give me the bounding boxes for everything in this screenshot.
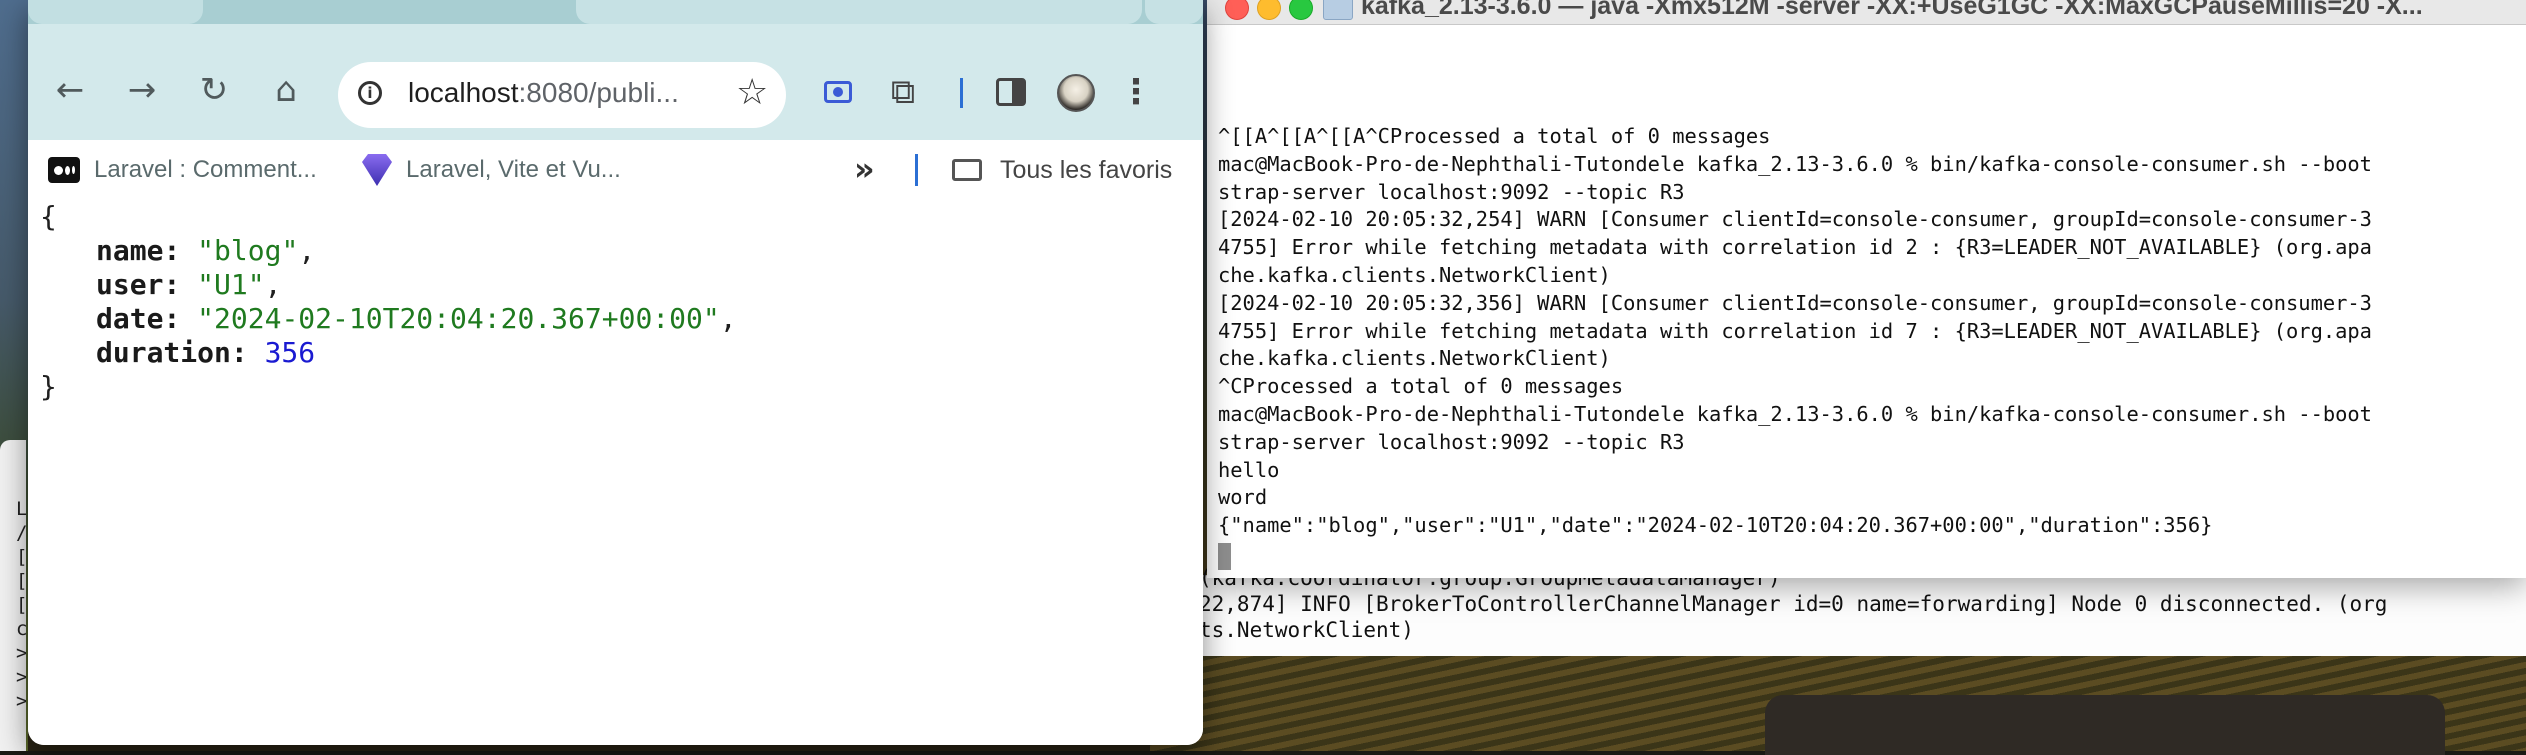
bg-left-terminal-line: / xyxy=(16,522,26,544)
json-comma: , xyxy=(264,268,282,301)
url-text[interactable]: localhost:8080/publi... xyxy=(408,77,679,109)
terminal-window[interactable]: kafka_2.13-3.6.0 — java -Xmx512M -server… xyxy=(1207,0,2526,578)
address-bar[interactable]: i localhost:8080/publi... ☆ xyxy=(338,62,786,128)
page-content[interactable]: { name: "blog", user: "U1", date: "2024-… xyxy=(28,190,1203,745)
folder-icon xyxy=(952,159,982,181)
terminal-line: mac@MacBook-Pro-de-Nephthali-Tutondele k… xyxy=(1218,402,2372,426)
browser-window[interactable]: ← → ↻ ⌂ i localhost:8080/publi... ☆ ⧉ ⋮ … xyxy=(28,0,1203,745)
json-value: "2024-02-10T20:04:20.367+00:00" xyxy=(197,302,720,335)
bg-left-terminal-line: c xyxy=(16,618,26,640)
json-key: duration xyxy=(96,336,231,369)
terminal-line: ^CProcessed a total of 0 messages xyxy=(1218,374,1624,399)
toolbar-divider xyxy=(960,78,963,108)
bookmark-item[interactable]: Laravel : Comment... xyxy=(48,150,317,190)
medium-icon xyxy=(48,157,80,183)
bg-left-terminal-line: [m xyxy=(16,570,26,592)
background-left-terminal: L / [m [m [m c > > > xyxy=(0,440,26,751)
bookmark-label: Laravel, Vite et Vu... xyxy=(406,156,621,183)
minimize-window-button[interactable] xyxy=(1257,0,1281,20)
forward-button[interactable]: → xyxy=(112,60,172,120)
json-field: user: "U1", xyxy=(96,268,282,301)
tab-strip xyxy=(28,0,1203,24)
menu-icon[interactable]: ⋮ xyxy=(1119,72,1153,112)
all-bookmarks-label: Tous les favoris xyxy=(1000,155,1173,184)
json-field: date: "2024-02-10T20:04:20.367+00:00", xyxy=(96,302,737,335)
terminal-line: hello xyxy=(1218,457,1280,482)
background-terminal[interactable]: (kafka.coordinator.group.GroupMetadataMa… xyxy=(1195,566,2526,656)
terminal-line: mac@MacBook-Pro-de-Nephthali-Tutondele k… xyxy=(1218,151,2372,176)
bookmarks-divider xyxy=(915,154,918,186)
terminal-titlebar[interactable]: kafka_2.13-3.6.0 — java -Xmx512M -server… xyxy=(1207,0,2526,25)
folder-icon xyxy=(1323,0,1353,20)
json-close-brace: } xyxy=(40,370,57,403)
bg-left-terminal-line: > xyxy=(16,690,26,712)
side-panel-icon[interactable] xyxy=(993,72,1029,112)
maximize-window-button[interactable] xyxy=(1289,0,1313,20)
browser-toolbar: ← → ↻ ⌂ i localhost:8080/publi... ☆ ⧉ ⋮ … xyxy=(28,24,1203,188)
bookmark-label: Laravel : Comment... xyxy=(94,156,317,183)
terminal-line: ^[[A^[[A^[[A^CProcessed a total of 0 mes… xyxy=(1218,124,1771,148)
terminal-line: strap-server localhost:9092 --topic R3 xyxy=(1218,179,1685,204)
reload-button[interactable]: ↻ xyxy=(184,60,244,120)
bg-left-terminal-line: > xyxy=(16,666,26,688)
terminal-line: 4755] Error while fetching metadata with… xyxy=(1218,318,2372,343)
json-value: "U1" xyxy=(197,268,265,301)
terminal-line: word xyxy=(1218,485,1268,510)
url-path: :8080/publi... xyxy=(518,77,679,108)
terminal-cursor xyxy=(1218,543,1231,570)
bookmark-star-icon[interactable]: ☆ xyxy=(736,72,768,113)
json-open-brace: { xyxy=(40,200,57,233)
home-button[interactable]: ⌂ xyxy=(256,60,316,120)
terminal-title: kafka_2.13-3.6.0 — java -Xmx512M -server… xyxy=(1361,0,2423,20)
json-field: name: "blog", xyxy=(96,234,316,267)
site-info-icon[interactable]: i xyxy=(358,81,382,105)
background-dark-window xyxy=(1765,695,2445,755)
close-window-button[interactable] xyxy=(1225,0,1249,20)
json-key: name xyxy=(96,234,164,267)
terminal-line: [2024-02-10 20:05:32,254] WARN [Consumer… xyxy=(1218,207,2372,232)
bg-terminal-line: 22,874] INFO [BrokerToControllerChannelM… xyxy=(1199,592,2388,616)
json-field: duration: 356 xyxy=(96,336,316,369)
profile-avatar[interactable] xyxy=(1057,74,1095,112)
terminal-line: strap-server localhost:9092 --topic R3 xyxy=(1218,429,1685,454)
json-value: 356 xyxy=(264,336,316,369)
tab-3[interactable] xyxy=(1145,0,1203,24)
back-arrow-icon: ← xyxy=(55,70,85,110)
bg-left-terminal-line: L xyxy=(16,498,26,520)
url-host: localhost xyxy=(408,77,519,108)
reload-icon: ↻ xyxy=(199,70,229,110)
bookmark-item[interactable]: Laravel, Vite et Vu... xyxy=(362,150,621,190)
tab-2[interactable] xyxy=(576,0,1142,24)
json-comma: , xyxy=(298,234,316,267)
terminal-line: che.kafka.clients.NetworkClient) xyxy=(1218,263,1611,287)
json-comma: , xyxy=(719,302,737,335)
extensions-icon[interactable]: ⧉ xyxy=(883,72,923,112)
terminal-line: [2024-02-10 20:05:32,356] WARN [Consumer… xyxy=(1218,290,2372,315)
terminal-line: {"name":"blog","user":"U1","date":"2024-… xyxy=(1218,513,2213,538)
bg-left-terminal-line: > xyxy=(16,642,26,664)
json-key: user xyxy=(96,268,164,301)
forward-arrow-icon: → xyxy=(127,70,157,110)
terminal-line: che.kafka.clients.NetworkClient) xyxy=(1218,346,1611,371)
json-value: "blog" xyxy=(197,234,299,267)
json-key: date xyxy=(96,302,164,335)
bg-left-terminal-line: [m xyxy=(16,546,26,568)
home-icon: ⌂ xyxy=(275,70,297,110)
more-bookmarks-icon[interactable]: » xyxy=(854,150,875,188)
terminal-line: 4755] Error while fetching metadata with… xyxy=(1218,235,2372,260)
vite-icon xyxy=(362,154,392,186)
cast-icon[interactable] xyxy=(821,72,855,112)
tab-1[interactable] xyxy=(28,0,203,24)
bg-left-terminal-line: [m xyxy=(16,594,26,616)
all-bookmarks-button[interactable]: Tous les favoris xyxy=(952,150,1172,190)
bg-terminal-line: ts.NetworkClient) xyxy=(1199,618,1414,642)
back-button[interactable]: ← xyxy=(40,60,100,120)
